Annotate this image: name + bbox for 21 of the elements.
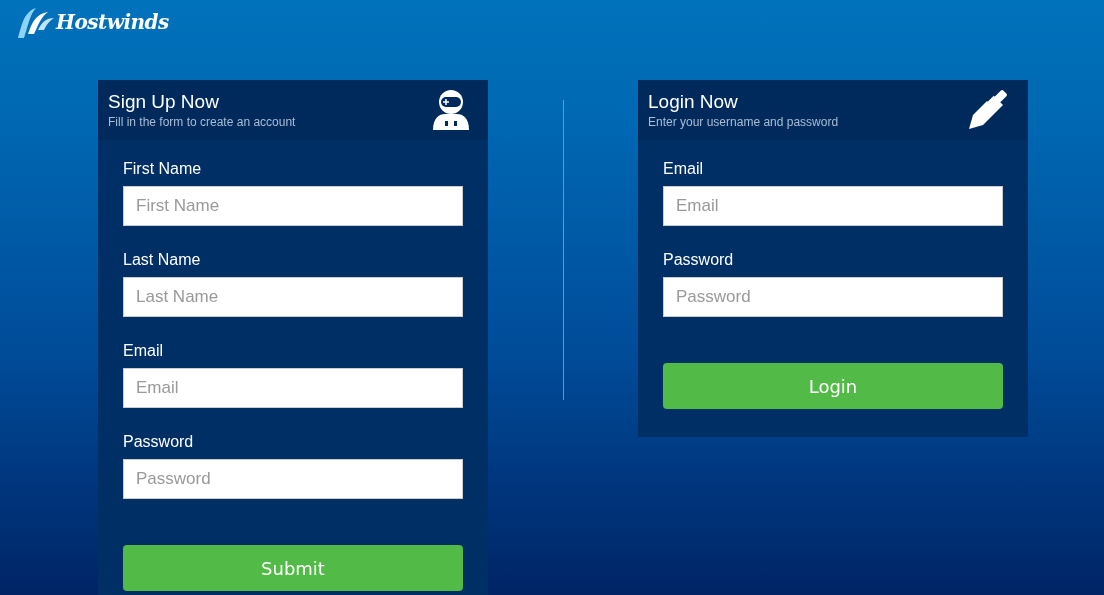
- input-field[interactable]: Email: [123, 368, 463, 408]
- card-title: Login Now: [648, 91, 739, 113]
- input-field[interactable]: First Name: [123, 186, 463, 226]
- hostwinds-logo[interactable]: Hostwinds: [14, 4, 169, 40]
- pencil-icon: [967, 89, 1009, 131]
- field-label: Password: [123, 433, 195, 451]
- astronaut-icon: [433, 90, 469, 130]
- submit-button[interactable]: Submit: [123, 545, 463, 591]
- field-label: Last Name: [123, 251, 202, 269]
- field-label: Email: [663, 160, 704, 178]
- field-label: Email: [123, 342, 164, 360]
- login-button[interactable]: Login: [663, 363, 1003, 409]
- input-field[interactable]: Last Name: [123, 277, 463, 317]
- field-label: Password: [663, 251, 735, 269]
- card-subtitle: Fill in the form to create an account: [108, 115, 296, 129]
- input-field[interactable]: Email: [663, 186, 1003, 226]
- card-subtitle: Enter your username and password: [648, 115, 839, 129]
- card-title: Sign Up Now: [108, 91, 220, 113]
- input-field[interactable]: Password: [123, 459, 463, 499]
- input-field[interactable]: Password: [663, 277, 1003, 317]
- field-label: First Name: [123, 160, 203, 178]
